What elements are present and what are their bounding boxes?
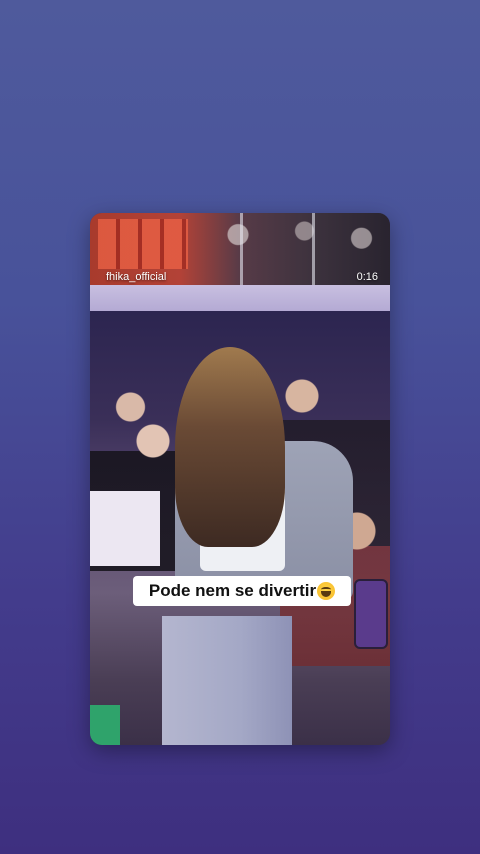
person-hair — [175, 347, 285, 547]
caption-sticker: Pode nem se divertir — [133, 576, 351, 606]
caption-text: Pode nem se divertir — [148, 581, 317, 600]
person-pants — [162, 616, 292, 745]
grinning-sweat-emoji-icon — [317, 582, 336, 600]
divider-band — [90, 285, 390, 311]
green-floor — [90, 705, 120, 745]
story-card[interactable]: fhika_official 0:16 — [90, 213, 390, 745]
table-cloth — [90, 491, 160, 566]
video-main[interactable] — [90, 311, 390, 745]
stadium-seats — [98, 219, 188, 269]
phone-in-hand — [354, 579, 388, 649]
rail — [312, 213, 315, 285]
username-label[interactable]: fhika_official — [106, 271, 166, 283]
video-timestamp: 0:16 — [356, 271, 378, 283]
rail — [240, 213, 243, 285]
